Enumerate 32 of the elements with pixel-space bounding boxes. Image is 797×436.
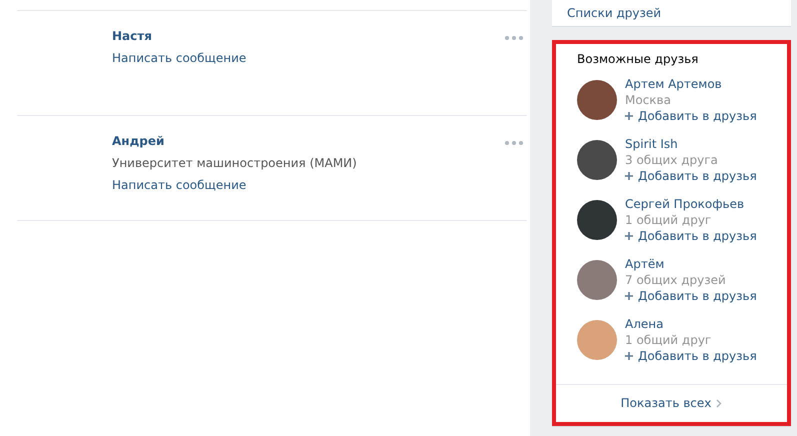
friend-info: Университет машиностроения (МАМИ) <box>112 156 358 170</box>
person-info: 7 общих друзей <box>625 272 727 288</box>
show-all-link[interactable]: Показать всех <box>620 396 722 410</box>
suggestions-title: Возможные друзья <box>577 52 700 66</box>
plus-icon <box>625 292 633 300</box>
add-friend-link[interactable]: Добавить в друзья <box>625 288 757 304</box>
friend-name[interactable]: Настя <box>112 29 527 43</box>
write-message-link[interactable]: Написать сообщение <box>112 178 527 192</box>
add-friend-link[interactable]: Добавить в друзья <box>625 108 757 124</box>
plus-icon <box>625 232 633 240</box>
add-friend-link[interactable]: Добавить в друзья <box>625 168 757 184</box>
person-name[interactable]: Артём <box>625 256 757 272</box>
person-info: Москва <box>625 92 672 108</box>
friend-name[interactable]: Андрей <box>112 134 527 148</box>
person-name[interactable]: Spirit Ish <box>625 136 757 152</box>
friend-lists-link[interactable]: Списки друзей <box>567 6 662 20</box>
person-name[interactable]: Артем Артемов <box>625 76 757 92</box>
add-friend-link[interactable]: Добавить в друзья <box>625 228 757 244</box>
person-info: 1 общий друг <box>625 332 712 348</box>
add-friend-link[interactable]: Добавить в друзья <box>625 348 757 364</box>
plus-icon <box>625 112 633 120</box>
chevron-right-icon <box>716 398 722 408</box>
plus-icon <box>625 172 633 180</box>
person-name[interactable]: Сергей Прокофьев <box>625 196 757 212</box>
avatar-placeholder[interactable] <box>577 80 617 120</box>
write-message-link[interactable]: Написать сообщение <box>112 51 527 65</box>
person-info: 1 общий друг <box>625 212 712 228</box>
person-name[interactable]: Алена <box>625 316 757 332</box>
avatar-placeholder[interactable] <box>577 200 617 240</box>
plus-icon <box>625 352 633 360</box>
person-info: 3 общих друга <box>625 152 719 168</box>
avatar-placeholder[interactable] <box>577 140 617 180</box>
